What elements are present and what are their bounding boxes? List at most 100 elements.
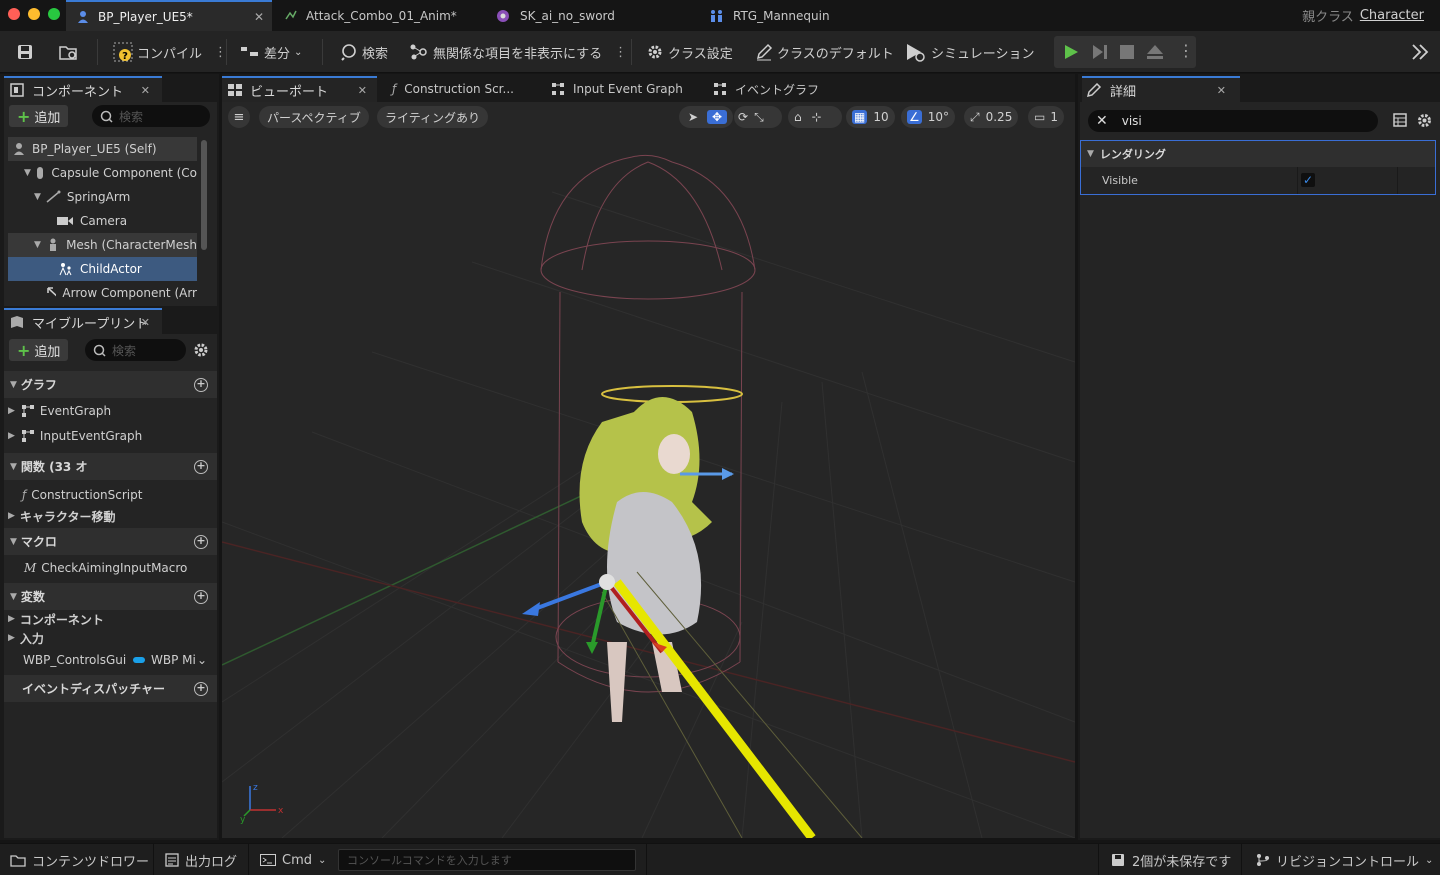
parent-class-link[interactable]: Character [1360, 8, 1424, 23]
tree-item-capsule[interactable]: ▼ Capsule Component (Co [8, 161, 197, 185]
play-options-icon[interactable]: ⋮ [1178, 41, 1194, 60]
console-command-input[interactable]: コンソールコマンドを入力します [338, 849, 636, 871]
tree-item-childactor[interactable]: ChildActor [8, 257, 197, 281]
section-event-dispatchers[interactable]: イベントディスパッチャー + [4, 675, 217, 702]
list-item-input-category[interactable]: ▶ 入力 [8, 627, 217, 649]
tree-item-mesh[interactable]: ▼ Mesh (CharacterMesh [8, 233, 197, 257]
close-icon[interactable]: ✕ [141, 316, 150, 329]
world-space-icon[interactable]: ⌂ [794, 110, 802, 124]
unsaved-assets-button[interactable]: 2個が未保存です [1110, 844, 1231, 875]
list-item-character-movement[interactable]: ▶ キャラクター移動 [8, 505, 217, 527]
components-scrollbar[interactable] [201, 140, 207, 250]
section-macros[interactable]: ▼ マクロ + [4, 528, 217, 555]
step-forward-icon[interactable] [1091, 43, 1109, 61]
gear-icon[interactable] [1417, 113, 1432, 128]
expand-arrow-icon[interactable]: ▼ [34, 192, 41, 202]
tab-components[interactable]: コンポーネント ✕ [4, 76, 162, 102]
window-zoom-button[interactable] [48, 8, 60, 20]
output-log-button[interactable]: 出力ログ [165, 844, 237, 875]
visible-checkbox[interactable]: ✓ [1301, 173, 1315, 187]
tab-construction-script[interactable]: ƒ Construction Scr... [392, 76, 514, 102]
select-mode-icon[interactable]: ➤ [683, 110, 703, 124]
list-item-macro[interactable]: M CheckAimingInputMacro [8, 557, 217, 579]
chevron-down-icon[interactable]: ⌄ [197, 653, 207, 667]
toolbar-overflow-icon[interactable] [1410, 43, 1430, 61]
list-item-constructionscript[interactable]: ƒ ConstructionScript [8, 484, 217, 506]
tab-my-blueprint[interactable]: マイブループリント ✕ [4, 308, 162, 334]
add-graph-icon[interactable]: + [194, 377, 208, 392]
play-icon[interactable] [1062, 43, 1080, 61]
property-matrix-icon[interactable] [1393, 113, 1407, 127]
tab-event-graph[interactable]: イベントグラフ [713, 76, 819, 102]
tree-item-springarm[interactable]: ▼ SpringArm [8, 185, 197, 209]
content-drawer-button[interactable]: コンテンツドロワー [10, 844, 149, 875]
window-minimize-button[interactable] [28, 8, 40, 20]
cmd-dropdown[interactable]: Cmd ⌄ [260, 844, 326, 875]
gear-icon[interactable] [193, 342, 209, 358]
add-component-button[interactable]: + 追加 [9, 105, 69, 127]
add-function-icon[interactable]: + [194, 459, 208, 474]
expand-arrow-icon[interactable]: ▼ [34, 240, 41, 250]
camera-speed-button[interactable]: ▭ 1 [1028, 106, 1064, 128]
stop-icon[interactable] [1119, 44, 1135, 60]
components-search-input[interactable]: 検索 [92, 105, 210, 127]
viewport[interactable]: z x y ≡ パースペクティブ ライティングあり ➤ ✥ ⟳ ⤡ ⌂ ⊹ ▦ … [222, 102, 1075, 838]
expand-arrow-icon[interactable]: ▶ [8, 431, 15, 441]
tree-item-arrow[interactable]: Arrow Component (Arr [8, 281, 197, 305]
add-macro-icon[interactable]: + [194, 534, 208, 549]
clear-search-icon[interactable]: ✕ [1096, 113, 1108, 129]
section-graphs[interactable]: ▼ グラフ + [4, 371, 217, 398]
simulation-button[interactable]: シミュレーション [905, 31, 1034, 73]
section-variables[interactable]: ▼ 変数 + [4, 583, 217, 610]
details-search-input[interactable]: ✕ visi [1088, 110, 1378, 132]
category-header-rendering[interactable]: ▼ レンダリング [1081, 141, 1435, 167]
expand-arrow-icon[interactable]: ▶ [8, 633, 15, 643]
rotation-snap-button[interactable]: ∠ 10° [901, 106, 956, 128]
lighting-button[interactable]: ライティングあり [377, 106, 489, 128]
tab-input-event-graph[interactable]: Input Event Graph [551, 76, 683, 102]
close-icon[interactable]: ✕ [254, 10, 264, 24]
class-defaults-button[interactable]: クラスのデフォルト [755, 31, 894, 73]
doc-tab-bp-player[interactable]: BP_Player_UE5* ✕ [66, 0, 272, 31]
scale-snap-button[interactable]: ⤢ 0.25 [964, 106, 1019, 128]
find-button[interactable]: 検索 [340, 31, 388, 73]
tab-details[interactable]: 詳細 ✕ [1082, 76, 1240, 102]
variable-row[interactable]: WBP_ControlsGui WBP Mi ⌄ [8, 649, 217, 671]
section-functions[interactable]: ▼ 関数 (33 オ + [4, 453, 217, 480]
add-dispatcher-icon[interactable]: + [194, 681, 208, 696]
eject-icon[interactable] [1146, 43, 1164, 61]
doc-tab-attack-combo[interactable]: Attack_Combo_01_Anim* [284, 0, 484, 31]
rotate-mode-icon[interactable]: ⟳ [738, 110, 748, 124]
list-item-eventgraph[interactable]: ▶ EventGraph [8, 400, 217, 422]
more-options-icon[interactable]: ⋮ [614, 45, 627, 60]
expand-arrow-icon[interactable]: ▶ [8, 614, 15, 624]
move-mode-icon[interactable]: ✥ [707, 110, 727, 124]
expand-arrow-icon[interactable]: ▶ [8, 406, 15, 416]
hide-unrelated-button[interactable]: 無関係な項目を非表示にする ⋮ [409, 31, 627, 73]
doc-tab-sk-ai[interactable]: SK_ai_no_sword [496, 0, 696, 31]
close-icon[interactable]: ✕ [1217, 84, 1226, 97]
perspective-button[interactable]: パースペクティブ [259, 106, 369, 128]
save-button[interactable] [16, 31, 34, 73]
viewport-menu-button[interactable]: ≡ [228, 106, 250, 128]
grid-snap-button[interactable]: ▦ 10 [846, 106, 895, 128]
doc-tab-rtg-mannequin[interactable]: RTG_Mannequin [708, 0, 908, 31]
expand-arrow-icon[interactable]: ▼ [24, 168, 31, 178]
my-blueprint-search-input[interactable]: 検索 [85, 339, 186, 361]
browse-button[interactable] [58, 31, 80, 73]
list-item-inputeventgraph[interactable]: ▶ InputEventGraph [8, 425, 217, 447]
compile-button[interactable]: ? コンパイル ⋮ [113, 31, 227, 73]
surface-snap-icon[interactable]: ⊹ [812, 110, 822, 124]
add-member-button[interactable]: + 追加 [9, 339, 69, 361]
tree-item-camera[interactable]: Camera [8, 209, 197, 233]
close-icon[interactable]: ✕ [141, 84, 150, 97]
revision-control-button[interactable]: リビジョンコントロール ⌄ [1256, 844, 1433, 875]
expand-arrow-icon[interactable]: ▶ [8, 511, 15, 521]
scale-mode-icon[interactable]: ⤡ [754, 110, 764, 125]
add-variable-icon[interactable]: + [194, 589, 208, 604]
tree-item-self[interactable]: BP_Player_UE5 (Self) [8, 137, 197, 161]
class-settings-button[interactable]: クラス設定 [646, 31, 733, 73]
diff-button[interactable]: 差分 ⌄ [240, 31, 302, 73]
tab-viewport[interactable]: ビューポート ✕ [222, 76, 377, 102]
close-icon[interactable]: ✕ [358, 84, 367, 97]
